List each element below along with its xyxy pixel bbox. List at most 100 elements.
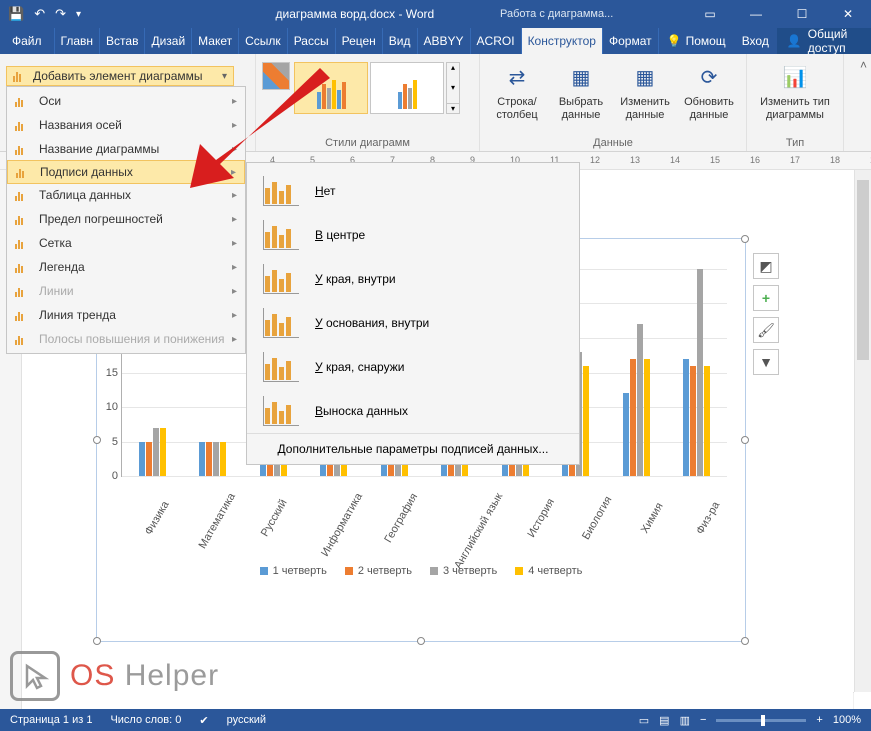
- zoom-out-icon[interactable]: −: [700, 714, 706, 726]
- add-chart-element-menu: ОсиНазвания осейНазвание диаграммыПодпис…: [6, 86, 246, 354]
- tell-me-button[interactable]: 💡Помощ: [659, 34, 734, 48]
- ribbon-display-options-icon[interactable]: ▭: [687, 0, 733, 28]
- view-read-icon[interactable]: ▭: [639, 714, 649, 727]
- tab-insert[interactable]: Встав: [100, 28, 145, 54]
- zoom-slider[interactable]: [716, 719, 806, 722]
- status-page[interactable]: Страница 1 из 1: [10, 714, 92, 726]
- vertical-scrollbar[interactable]: [854, 170, 871, 692]
- menu-item-lines: Линии: [7, 279, 245, 303]
- chart-legend[interactable]: 1 четверть 2 четверть 3 четверть 4 четве…: [97, 565, 745, 577]
- chart-icon: [15, 309, 29, 321]
- chart-icon: [15, 119, 29, 131]
- tab-home[interactable]: Главн: [55, 28, 101, 54]
- tab-file[interactable]: Файл: [0, 28, 55, 54]
- tab-review[interactable]: Рецен: [336, 28, 383, 54]
- scrollbar-thumb[interactable]: [857, 180, 869, 360]
- switch-row-col-button[interactable]: ⇄Строка/ столбец: [486, 58, 548, 122]
- switch-icon: ⇄: [501, 62, 533, 94]
- submenu-option-5[interactable]: Выноска данных: [247, 389, 579, 433]
- view-print-icon[interactable]: ▤: [659, 714, 669, 727]
- menu-item-data-table[interactable]: Таблица данных: [7, 183, 245, 207]
- bars-icon: [263, 264, 299, 294]
- menu-item-gridlines[interactable]: Сетка: [7, 231, 245, 255]
- legend-item-4[interactable]: 4 четверть: [515, 565, 582, 577]
- ribbon-tabs: Файл Главн Встав Дизай Макет Ссылк Рассы…: [0, 28, 871, 54]
- edit-data-button[interactable]: ▦Изменить данные: [614, 58, 676, 122]
- view-web-icon[interactable]: ▥: [680, 714, 690, 727]
- status-bar: Страница 1 из 1 Число слов: 0 ✔ русский …: [0, 709, 871, 731]
- zoom-in-icon[interactable]: +: [816, 714, 822, 726]
- chart-filters-icon[interactable]: ▼: [753, 349, 779, 375]
- refresh-data-button[interactable]: ⟳Обновить данные: [678, 58, 740, 122]
- submenu-option-4[interactable]: У края, снаружи: [247, 345, 579, 389]
- menu-item-chart-title[interactable]: Название диаграммы: [7, 137, 245, 161]
- window-close-icon[interactable]: ✕: [825, 0, 871, 28]
- menu-item-data-labels[interactable]: Подписи данных: [7, 160, 245, 184]
- submenu-option-2[interactable]: У края, внутри: [247, 257, 579, 301]
- tab-view[interactable]: Вид: [383, 28, 418, 54]
- tab-layout[interactable]: Макет: [192, 28, 239, 54]
- tab-design[interactable]: Дизай: [145, 28, 192, 54]
- bulb-icon: 💡: [667, 34, 682, 48]
- gallery-down-icon[interactable]: ▾: [447, 83, 459, 92]
- share-button[interactable]: 👤Общий доступ: [777, 28, 871, 54]
- legend-item-2[interactable]: 2 четверть: [345, 565, 412, 577]
- gallery-up-icon[interactable]: ▴: [447, 63, 459, 72]
- refresh-icon: ⟳: [693, 62, 725, 94]
- menu-item-axes[interactable]: Оси: [7, 89, 245, 113]
- select-data-button[interactable]: ▦Выбрать данные: [550, 58, 612, 122]
- submenu-option-3[interactable]: У основания, внутри: [247, 301, 579, 345]
- tab-acrobat[interactable]: ACROI: [471, 28, 522, 54]
- chart-icon: [13, 70, 27, 82]
- qat-undo-icon[interactable]: ↶: [34, 6, 45, 22]
- menu-item-updown-bars: Полосы повышения и понижения: [7, 327, 245, 351]
- chart-elements-icon[interactable]: +: [753, 285, 779, 311]
- legend-item-1[interactable]: 1 четверть: [260, 565, 327, 577]
- chart-icon: [15, 333, 29, 345]
- change-chart-type-button[interactable]: 📊Изменить тип диаграммы: [753, 58, 837, 122]
- qat-redo-icon[interactable]: ↷: [55, 6, 66, 22]
- menu-item-legend[interactable]: Легенда: [7, 255, 245, 279]
- style-thumb-2[interactable]: [370, 62, 444, 114]
- bars-icon: [263, 176, 299, 206]
- chart-floating-buttons: ◩ + 🖌 ▼: [753, 253, 779, 375]
- group-label-type: Тип: [753, 135, 837, 149]
- style-thumb-1[interactable]: [294, 62, 368, 114]
- legend-item-3[interactable]: 3 четверть: [430, 565, 497, 577]
- tab-references[interactable]: Ссылк: [239, 28, 288, 54]
- sign-in-button[interactable]: Вход: [734, 34, 777, 48]
- menu-item-trendline[interactable]: Линия тренда: [7, 303, 245, 327]
- change-colors-button[interactable]: [262, 62, 290, 90]
- group-label-styles: Стили диаграмм: [262, 135, 473, 149]
- group-label-data: Данные: [486, 135, 740, 149]
- chart-layout-options-icon[interactable]: ◩: [753, 253, 779, 279]
- status-language[interactable]: русский: [227, 714, 266, 726]
- submenu-option-0[interactable]: Нет: [247, 169, 579, 213]
- chart-icon: [15, 213, 29, 225]
- menu-item-error-bars[interactable]: Предел погрешностей: [7, 207, 245, 231]
- tab-chart-format[interactable]: Формат: [603, 28, 659, 54]
- person-icon: 👤: [787, 34, 802, 48]
- submenu-more-options[interactable]: Дополнительные параметры подписей данных…: [247, 433, 579, 464]
- window-minimize-icon[interactable]: —: [733, 0, 779, 28]
- qat-customize-icon[interactable]: ▾: [76, 9, 81, 20]
- chart-icon: [15, 189, 29, 201]
- collapse-ribbon-icon[interactable]: ˄: [860, 58, 867, 72]
- status-word-count[interactable]: Число слов: 0: [110, 714, 181, 726]
- window-maximize-icon[interactable]: ☐: [779, 0, 825, 28]
- tab-mailings[interactable]: Рассы: [288, 28, 336, 54]
- tab-abbyy[interactable]: ABBYY: [418, 28, 471, 54]
- menu-item-axis-titles[interactable]: Названия осей: [7, 113, 245, 137]
- submenu-option-1[interactable]: В центре: [247, 213, 579, 257]
- zoom-level[interactable]: 100%: [833, 714, 861, 726]
- chart-styles-gallery[interactable]: [294, 62, 444, 114]
- gallery-more-icon[interactable]: ▾: [447, 103, 459, 113]
- qat-save-icon[interactable]: 💾: [8, 6, 24, 22]
- tab-chart-design[interactable]: Конструктор: [522, 28, 603, 54]
- add-chart-element-button[interactable]: Добавить элемент диаграммы: [6, 66, 234, 86]
- chart-styles-icon[interactable]: 🖌: [753, 317, 779, 343]
- edit-icon: ▦: [629, 62, 661, 94]
- status-proofing-icon[interactable]: ✔: [199, 714, 208, 727]
- grid-icon: ▦: [565, 62, 597, 94]
- contextual-tab-title: Работа с диаграмма...: [500, 8, 613, 20]
